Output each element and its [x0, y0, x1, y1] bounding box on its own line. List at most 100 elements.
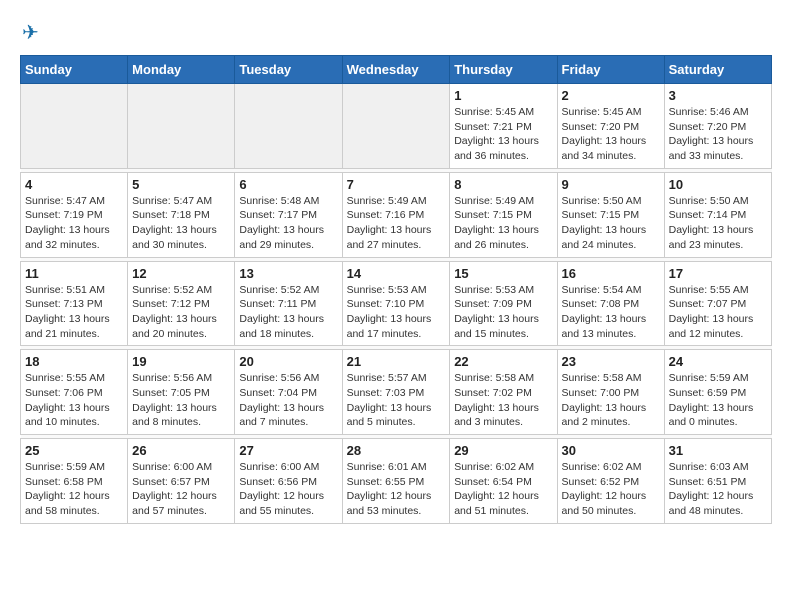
- calendar-cell: 16 Sunrise: 5:54 AMSunset: 7:08 PMDayligh…: [557, 261, 664, 346]
- calendar-cell: 15 Sunrise: 5:53 AMSunset: 7:09 PMDayligh…: [450, 261, 557, 346]
- day-info: Sunrise: 5:50 AMSunset: 7:14 PMDaylight:…: [669, 194, 767, 253]
- calendar-cell: 22Sunrise: 5:58 AMSunset: 7:02 PMDayligh…: [450, 350, 557, 435]
- day-info: Sunrise: 5:56 AMSunset: 7:04 PMDaylight:…: [239, 371, 337, 430]
- day-info: Sunrise: 5:53 AMSunset: 7:09 PMDaylight:…: [454, 283, 552, 342]
- calendar-cell: 20 Sunrise: 5:56 AMSunset: 7:04 PMDayligh…: [235, 350, 342, 435]
- calendar-week-row-5: 25 Sunrise: 5:59 AMSunset: 6:58 PMDayligh…: [21, 439, 772, 524]
- calendar-cell: [128, 84, 235, 169]
- day-info: Sunrise: 5:52 AMSunset: 7:11 PMDaylight:…: [239, 283, 337, 342]
- day-number: 14: [347, 266, 446, 281]
- calendar-cell: 11 Sunrise: 5:51 AMSunset: 7:13 PMDayligh…: [21, 261, 128, 346]
- calendar-cell: 3 Sunrise: 5:46 AMSunset: 7:20 PMDaylight…: [664, 84, 771, 169]
- day-info: Sunrise: 6:02 AMSunset: 6:52 PMDaylight:…: [562, 460, 660, 519]
- day-number: 16: [562, 266, 660, 281]
- calendar-cell: 14 Sunrise: 5:53 AMSunset: 7:10 PMDayligh…: [342, 261, 450, 346]
- day-info: Sunrise: 5:58 AMSunset: 7:00 PMDaylight:…: [562, 371, 660, 430]
- day-number: 29: [454, 443, 552, 458]
- day-info: Sunrise: 5:55 AMSunset: 7:06 PMDaylight:…: [25, 371, 123, 430]
- calendar-cell: 23 Sunrise: 5:58 AMSunset: 7:00 PMDayligh…: [557, 350, 664, 435]
- day-number: 18: [25, 354, 123, 369]
- day-info: Sunrise: 5:47 AMSunset: 7:18 PMDaylight:…: [132, 194, 230, 253]
- weekday-header-tuesday: Tuesday: [235, 56, 342, 84]
- calendar-cell: 8 Sunrise: 5:49 AMSunset: 7:15 PMDaylight…: [450, 172, 557, 257]
- calendar-cell: 4Sunrise: 5:47 AMSunset: 7:19 PMDaylight…: [21, 172, 128, 257]
- calendar-cell: 31 Sunrise: 6:03 AMSunset: 6:51 PMDayligh…: [664, 439, 771, 524]
- weekday-header-saturday: Saturday: [664, 56, 771, 84]
- calendar-cell: [21, 84, 128, 169]
- calendar-cell: 17Sunrise: 5:55 AMSunset: 7:07 PMDayligh…: [664, 261, 771, 346]
- day-number: 8: [454, 177, 552, 192]
- day-number: 12: [132, 266, 230, 281]
- day-info: Sunrise: 5:49 AMSunset: 7:16 PMDaylight:…: [347, 194, 446, 253]
- calendar-cell: 2 Sunrise: 5:45 AMSunset: 7:20 PMDaylight…: [557, 84, 664, 169]
- day-number: 7: [347, 177, 446, 192]
- calendar-cell: 9 Sunrise: 5:50 AMSunset: 7:15 PMDaylight…: [557, 172, 664, 257]
- calendar-cell: 30Sunrise: 6:02 AMSunset: 6:52 PMDayligh…: [557, 439, 664, 524]
- page-header: ✈: [20, 20, 772, 45]
- weekday-header-monday: Monday: [128, 56, 235, 84]
- calendar-cell: 10Sunrise: 5:50 AMSunset: 7:14 PMDayligh…: [664, 172, 771, 257]
- day-info: Sunrise: 6:00 AMSunset: 6:57 PMDaylight:…: [132, 460, 230, 519]
- day-number: 3: [669, 88, 767, 103]
- day-number: 26: [132, 443, 230, 458]
- calendar-cell: 12 Sunrise: 5:52 AMSunset: 7:12 PMDayligh…: [128, 261, 235, 346]
- calendar-week-row-2: 4Sunrise: 5:47 AMSunset: 7:19 PMDaylight…: [21, 172, 772, 257]
- calendar-cell: 6 Sunrise: 5:48 AMSunset: 7:17 PMDaylight…: [235, 172, 342, 257]
- day-info: Sunrise: 5:48 AMSunset: 7:17 PMDaylight:…: [239, 194, 337, 253]
- logo-bird-icon: ✈: [22, 20, 39, 45]
- day-info: Sunrise: 5:56 AMSunset: 7:05 PMDaylight:…: [132, 371, 230, 430]
- weekday-header-sunday: Sunday: [21, 56, 128, 84]
- weekday-header-wednesday: Wednesday: [342, 56, 450, 84]
- day-number: 11: [25, 266, 123, 281]
- calendar-cell: 29 Sunrise: 6:02 AMSunset: 6:54 PMDayligh…: [450, 439, 557, 524]
- day-number: 31: [669, 443, 767, 458]
- day-number: 2: [562, 88, 660, 103]
- day-info: Sunrise: 6:02 AMSunset: 6:54 PMDaylight:…: [454, 460, 552, 519]
- day-number: 25: [25, 443, 123, 458]
- day-info: Sunrise: 5:52 AMSunset: 7:12 PMDaylight:…: [132, 283, 230, 342]
- calendar-cell: 19 Sunrise: 5:56 AMSunset: 7:05 PMDayligh…: [128, 350, 235, 435]
- calendar-cell: 1 Sunrise: 5:45 AMSunset: 7:21 PMDaylight…: [450, 84, 557, 169]
- day-info: Sunrise: 5:46 AMSunset: 7:20 PMDaylight:…: [669, 105, 767, 164]
- day-number: 15: [454, 266, 552, 281]
- calendar-cell: 28 Sunrise: 6:01 AMSunset: 6:55 PMDayligh…: [342, 439, 450, 524]
- day-info: Sunrise: 5:59 AMSunset: 6:58 PMDaylight:…: [25, 460, 123, 519]
- day-info: Sunrise: 6:01 AMSunset: 6:55 PMDaylight:…: [347, 460, 446, 519]
- calendar-table: SundayMondayTuesdayWednesdayThursdayFrid…: [20, 55, 772, 524]
- day-number: 1: [454, 88, 552, 103]
- day-info: Sunrise: 5:47 AMSunset: 7:19 PMDaylight:…: [25, 194, 123, 253]
- day-number: 13: [239, 266, 337, 281]
- day-number: 21: [347, 354, 446, 369]
- calendar-week-row-1: 1 Sunrise: 5:45 AMSunset: 7:21 PMDaylight…: [21, 84, 772, 169]
- day-number: 28: [347, 443, 446, 458]
- calendar-cell: 25 Sunrise: 5:59 AMSunset: 6:58 PMDayligh…: [21, 439, 128, 524]
- logo: ✈: [20, 20, 39, 45]
- day-info: Sunrise: 5:45 AMSunset: 7:20 PMDaylight:…: [562, 105, 660, 164]
- calendar-cell: 18 Sunrise: 5:55 AMSunset: 7:06 PMDayligh…: [21, 350, 128, 435]
- day-number: 17: [669, 266, 767, 281]
- day-number: 6: [239, 177, 337, 192]
- day-info: Sunrise: 5:50 AMSunset: 7:15 PMDaylight:…: [562, 194, 660, 253]
- day-info: Sunrise: 6:00 AMSunset: 6:56 PMDaylight:…: [239, 460, 337, 519]
- day-info: Sunrise: 5:45 AMSunset: 7:21 PMDaylight:…: [454, 105, 552, 164]
- day-number: 23: [562, 354, 660, 369]
- day-info: Sunrise: 6:03 AMSunset: 6:51 PMDaylight:…: [669, 460, 767, 519]
- day-info: Sunrise: 5:59 AMSunset: 6:59 PMDaylight:…: [669, 371, 767, 430]
- day-info: Sunrise: 5:49 AMSunset: 7:15 PMDaylight:…: [454, 194, 552, 253]
- day-info: Sunrise: 5:51 AMSunset: 7:13 PMDaylight:…: [25, 283, 123, 342]
- day-info: Sunrise: 5:53 AMSunset: 7:10 PMDaylight:…: [347, 283, 446, 342]
- calendar-cell: [235, 84, 342, 169]
- day-number: 27: [239, 443, 337, 458]
- calendar-cell: 26 Sunrise: 6:00 AMSunset: 6:57 PMDayligh…: [128, 439, 235, 524]
- day-number: 20: [239, 354, 337, 369]
- weekday-header-friday: Friday: [557, 56, 664, 84]
- calendar-week-row-3: 11 Sunrise: 5:51 AMSunset: 7:13 PMDayligh…: [21, 261, 772, 346]
- day-number: 22: [454, 354, 552, 369]
- day-number: 19: [132, 354, 230, 369]
- day-info: Sunrise: 5:57 AMSunset: 7:03 PMDaylight:…: [347, 371, 446, 430]
- day-number: 9: [562, 177, 660, 192]
- calendar-cell: 7 Sunrise: 5:49 AMSunset: 7:16 PMDaylight…: [342, 172, 450, 257]
- calendar-cell: [342, 84, 450, 169]
- day-info: Sunrise: 5:54 AMSunset: 7:08 PMDaylight:…: [562, 283, 660, 342]
- day-number: 5: [132, 177, 230, 192]
